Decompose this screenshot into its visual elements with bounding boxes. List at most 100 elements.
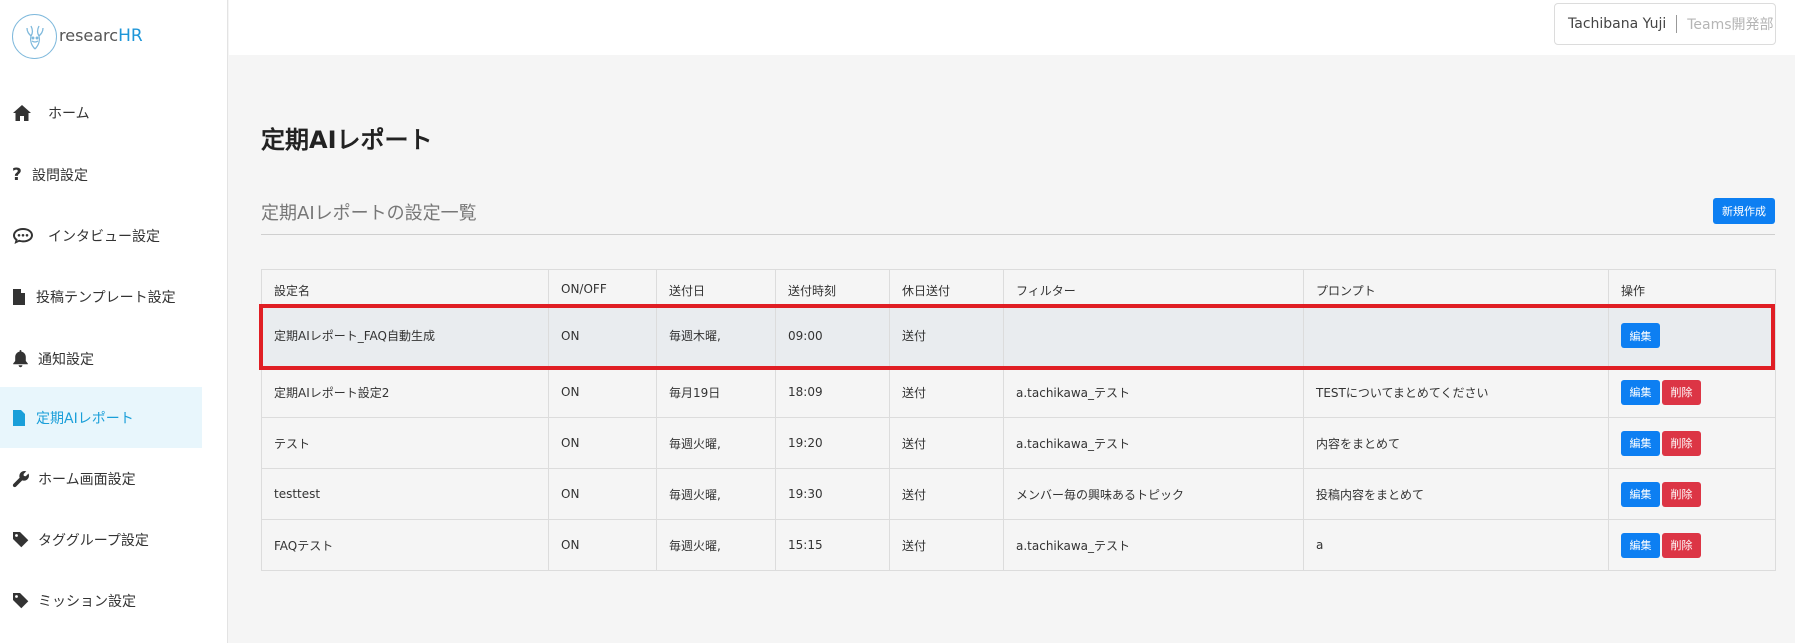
- sidebar-item-label: ホーム: [48, 105, 90, 122]
- cell-filter: [1003, 304, 1304, 367]
- sidebar-item-label: ホーム画面設定: [38, 471, 136, 488]
- edit-button[interactable]: 編集: [1621, 481, 1660, 507]
- cell-status: ON: [548, 417, 657, 469]
- chat-icon: [12, 227, 38, 245]
- section-title: 定期AIレポートの設定一覧: [261, 203, 477, 224]
- table-header-row: 設定名 ON/OFF 送付日 送付時刻 休日送付 フィルター プロンプト 操作: [261, 269, 1776, 305]
- brand-name-accent: HR: [118, 26, 143, 46]
- user-department: Teams開発部: [1687, 17, 1774, 33]
- sidebar-item-label: 定期AIレポート: [36, 410, 134, 427]
- brand-name: researcHR: [59, 26, 143, 46]
- cell-prompt: a: [1303, 519, 1609, 571]
- column-header: 操作: [1608, 269, 1776, 305]
- file-icon: [12, 288, 28, 306]
- column-header: 設定名: [261, 269, 549, 305]
- cell-name: FAQテスト: [261, 519, 549, 571]
- cell-name: testtest: [261, 468, 549, 520]
- cell-actions: 編集 削除: [1608, 468, 1776, 520]
- cell-day: 毎週火曜,: [656, 468, 776, 520]
- report-settings-table: 設定名 ON/OFF 送付日 送付時刻 休日送付 フィルター プロンプト 操作 …: [261, 269, 1776, 571]
- cell-actions: 編集 削除: [1608, 366, 1776, 418]
- delete-button[interactable]: 削除: [1662, 481, 1701, 507]
- sidebar-item-interview[interactable]: インタビュー設定: [0, 205, 202, 266]
- cell-day: 毎週火曜,: [656, 417, 776, 469]
- cell-holiday: 送付: [889, 417, 1004, 469]
- table-row: テスト ON 毎週火曜, 19:20 送付 a.tachikawa_テスト 内容…: [261, 417, 1776, 469]
- page-title: 定期AIレポート: [261, 126, 433, 154]
- tag-icon: [12, 531, 32, 548]
- cell-prompt: [1303, 304, 1609, 367]
- section-divider: [261, 234, 1775, 235]
- cell-prompt: 投稿内容をまとめて: [1303, 468, 1609, 520]
- column-header: 送付時刻: [775, 269, 890, 305]
- table-row: testtest ON 毎週火曜, 19:30 送付 メンバー毎の興味あるトピッ…: [261, 468, 1776, 520]
- user-separator: [1676, 15, 1678, 33]
- cell-actions: 編集 削除: [1608, 417, 1776, 469]
- cell-filter: メンバー毎の興味あるトピック: [1003, 468, 1304, 520]
- sidebar-item-home[interactable]: ホーム: [0, 82, 202, 143]
- cell-holiday: 送付: [889, 304, 1004, 367]
- cell-holiday: 送付: [889, 519, 1004, 571]
- sidebar-item-post-template[interactable]: 投稿テンプレート設定: [0, 266, 202, 327]
- cell-actions: 編集 削除: [1608, 519, 1776, 571]
- sidebar-item-label: インタビュー設定: [48, 228, 160, 245]
- cell-name: テスト: [261, 417, 549, 469]
- sidebar-item-label: タググループ設定: [38, 532, 149, 549]
- cell-status: ON: [548, 519, 657, 571]
- edit-button[interactable]: 編集: [1621, 532, 1660, 558]
- column-header: プロンプト: [1303, 269, 1609, 305]
- sidebar-item-label: 設問設定: [32, 167, 88, 184]
- user-name: Tachibana Yuji: [1568, 16, 1667, 32]
- cell-day: 毎月19日: [656, 366, 776, 418]
- bell-icon: [12, 349, 30, 368]
- sidebar-item-home-screen[interactable]: ホーム画面設定: [0, 448, 202, 509]
- cell-time: 19:20: [775, 417, 890, 469]
- table-row: 定期AIレポート設定2 ON 毎月19日 18:09 送付 a.tachikaw…: [261, 366, 1776, 418]
- tag-icon: [12, 592, 32, 609]
- cell-prompt: 内容をまとめて: [1303, 417, 1609, 469]
- sidebar-item-questions[interactable]: ? 設問設定: [0, 144, 202, 205]
- sidebar-item-notifications[interactable]: 通知設定: [0, 328, 202, 389]
- cell-name: 定期AIレポート設定2: [261, 366, 549, 418]
- cell-day: 毎週木曜,: [656, 304, 776, 367]
- cell-filter: a.tachikawa_テスト: [1003, 519, 1304, 571]
- delete-button[interactable]: 削除: [1662, 379, 1701, 405]
- sidebar-item-label: 通知設定: [38, 351, 94, 368]
- cell-holiday: 送付: [889, 366, 1004, 418]
- sidebar: researcHR ホーム ? 設問設定 インタビュー設定 投稿テンプレート設定…: [0, 0, 228, 643]
- edit-button[interactable]: 編集: [1621, 430, 1660, 456]
- sidebar-item-label: 投稿テンプレート設定: [36, 289, 176, 306]
- deer-logo-icon: [12, 13, 57, 59]
- cell-prompt: TESTについてまとめてください: [1303, 366, 1609, 418]
- new-button[interactable]: 新規作成: [1713, 198, 1775, 224]
- column-header: フィルター: [1003, 269, 1304, 305]
- cell-status: ON: [548, 366, 657, 418]
- column-header: 休日送付: [889, 269, 1004, 305]
- brand-logo[interactable]: researcHR: [12, 12, 143, 60]
- brand-name-main: researc: [59, 26, 119, 45]
- column-header: 送付日: [656, 269, 776, 305]
- sidebar-item-mission[interactable]: ミッション設定: [0, 570, 202, 631]
- sidebar-item-tag-group[interactable]: タググループ設定: [0, 509, 202, 570]
- cell-actions: 編集: [1608, 304, 1776, 367]
- cell-day: 毎週火曜,: [656, 519, 776, 571]
- delete-button[interactable]: 削除: [1662, 532, 1701, 558]
- edit-button[interactable]: 編集: [1621, 323, 1660, 348]
- cell-filter: a.tachikawa_テスト: [1003, 366, 1304, 418]
- table-row: FAQテスト ON 毎週火曜, 15:15 送付 a.tachikawa_テスト…: [261, 519, 1776, 571]
- cell-status: ON: [548, 304, 657, 367]
- question-icon: ?: [12, 164, 22, 185]
- cell-status: ON: [548, 468, 657, 520]
- file-text-icon: [12, 409, 28, 427]
- edit-button[interactable]: 編集: [1621, 379, 1660, 405]
- cell-time: 18:09: [775, 366, 890, 418]
- user-menu[interactable]: Tachibana Yuji Teams開発部: [1554, 3, 1776, 45]
- sidebar-item-label: ミッション設定: [38, 593, 136, 610]
- wrench-icon: [12, 470, 32, 488]
- cell-holiday: 送付: [889, 468, 1004, 520]
- delete-button[interactable]: 削除: [1662, 430, 1701, 456]
- cell-name: 定期AIレポート_FAQ自動生成: [261, 304, 549, 367]
- cell-filter: a.tachikawa_テスト: [1003, 417, 1304, 469]
- table-row: 定期AIレポート_FAQ自動生成 ON 毎週木曜, 09:00 送付 編集: [261, 304, 1776, 367]
- sidebar-item-ai-report[interactable]: 定期AIレポート: [0, 387, 202, 448]
